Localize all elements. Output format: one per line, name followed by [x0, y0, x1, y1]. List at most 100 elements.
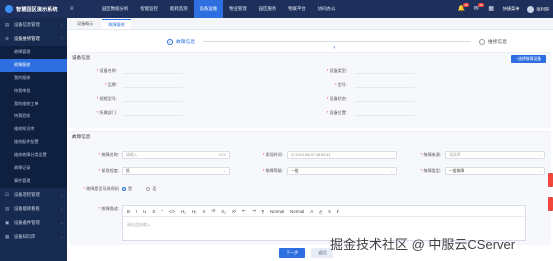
sidebar-item[interactable]: 事件管理 — [0, 175, 67, 188]
message-icon[interactable]: ✉ 16 — [473, 2, 484, 13]
editor-tool[interactable]: H₁ — [181, 209, 186, 214]
editor-tool[interactable]: </> — [169, 209, 175, 214]
topnav-item[interactable]: 智能监控 — [134, 0, 164, 18]
bell-icon[interactable]: 🔔 15 — [458, 2, 469, 13]
editor-body[interactable]: 请在此处输入 — [123, 217, 525, 233]
field-label: 设备名称 — [99, 68, 116, 73]
sidebar-item[interactable]: 故障报修 — [0, 58, 67, 72]
editor-tool[interactable]: ⇥ — [252, 208, 256, 214]
editor-tool[interactable]: A — [310, 209, 313, 214]
chevron-down-icon: ⌄ — [60, 192, 63, 197]
sidebar-item[interactable]: 故障记录 — [0, 162, 67, 175]
arrow-right-icon: › — [333, 45, 336, 51]
editor-tool[interactable]: “ — [161, 209, 162, 214]
editor-tool[interactable]: I — [136, 209, 137, 214]
sidebar-item[interactable]: 我的维修工单 — [0, 98, 67, 111]
time-value: 2024-08-07 18:55:41 — [295, 153, 331, 157]
float-tab[interactable] — [548, 173, 553, 187]
radio-yes[interactable] — [122, 186, 126, 191]
sidebar-item[interactable]: 维修配件配置 — [0, 136, 67, 149]
topnav-item[interactable]: 设备运维 — [193, 0, 224, 18]
step-label: 维修信息 — [487, 40, 507, 45]
sidebar-group-label: 设备维修管理 — [14, 36, 40, 41]
sidebar-group-label: 设备巡检管理 — [14, 191, 40, 197]
radio-no[interactable] — [146, 186, 151, 191]
topnav-item[interactable]: 协同办公 — [312, 0, 342, 18]
main-content: ✓ 故障信息 › 维修信息 设备信息 +选择故障设备 * 设备名称: * 品牌: *… — [67, 30, 553, 261]
editor-tool[interactable]: H₂ — [192, 209, 197, 214]
selected-value: 一般 — [291, 169, 299, 173]
check-icon: ☑ — [5, 191, 10, 197]
sidebar-group[interactable]: ▦ 设备知识库 ⌄ — [0, 230, 67, 244]
float-tab[interactable] — [548, 197, 553, 211]
editor-tool[interactable]: ≡ — [328, 209, 331, 214]
editor-tool[interactable]: ⇤ — [242, 208, 246, 214]
sidebar-group[interactable]: ☑ 设备巡检管理 ⌄ — [0, 188, 67, 202]
page-tab[interactable]: 故障报修 — [102, 19, 131, 29]
fault-type-label: * 故障类型: — [420, 168, 441, 173]
device-info-field: * 规格型号: — [96, 96, 117, 101]
sidebar-item[interactable]: 待我验收 — [0, 110, 67, 123]
grid-icon[interactable]: ▦ — [488, 6, 495, 13]
editor-tool[interactable]: I̸ — [337, 209, 338, 214]
step-connector: › — [203, 41, 471, 51]
fault-name-input[interactable]: 请输入 0/20 — [122, 151, 230, 159]
editor-tool[interactable]: ⁝≡ — [211, 208, 215, 214]
topnav-item[interactable]: 物联平台 — [282, 0, 312, 18]
fault-source-select[interactable]: 请选择 ⌄ — [445, 151, 545, 159]
fault-level-select[interactable]: 一般 ⌄ — [287, 167, 397, 175]
editor-tool[interactable]: X₂ — [221, 209, 226, 214]
topbar-actions: 🔔 15 ✉ 16 ▦ 快捷菜单 张利琪 — [458, 0, 549, 18]
device-info-section: 设备信息 +选择故障设备 * 设备名称: * 品牌: * 规格型号: * 所属部门: *… — [69, 52, 551, 128]
editor-tool[interactable]: A̲ — [319, 209, 322, 214]
selected-value: 一般故障 — [449, 169, 465, 173]
watermark: 掘金技术社区 @ 中服云CServer — [330, 237, 516, 252]
menu-toggle-icon[interactable]: ≡ — [70, 6, 78, 12]
device-info-field: * 品牌: — [104, 82, 117, 87]
book-icon: ▦ — [5, 233, 10, 239]
discover-time-input[interactable]: ◷ 2024-08-07 18:55:41 — [287, 151, 397, 159]
chart-icon: ▥ — [5, 205, 10, 211]
sidebar-group[interactable]: ▤ 设备信息管理 ⌄ — [0, 18, 67, 32]
select-device-button[interactable]: +选择故障设备 — [511, 55, 546, 63]
sidebar-submenu: 故障管理 故障报修 我的报修 待我审批 我的维修工单 待我验收 维修知识库 维修配件配置 维修故… — [0, 46, 67, 188]
editor-tool[interactable]: S — [152, 209, 155, 214]
app-title: 智慧园区演示系统 — [16, 6, 58, 13]
circle-icon — [478, 38, 485, 45]
sidebar-item[interactable]: 故障管理 — [0, 46, 67, 59]
sidebar-group-label: 设备备件管理 — [14, 219, 40, 225]
fault-type-select[interactable]: 一般故障 ⌄ — [445, 167, 545, 175]
topnav-item[interactable]: 能耗监测 — [164, 0, 194, 18]
char-count: 0/20 — [218, 153, 226, 157]
editor-tool[interactable]: Normal — [290, 209, 304, 214]
sidebar-item[interactable]: 我的报修 — [0, 72, 67, 85]
box-icon: ▣ — [5, 219, 10, 225]
editor-tool[interactable]: ¶ — [262, 209, 264, 214]
sidebar-item[interactable]: 维修故障分类设置 — [0, 149, 67, 162]
topnav-item[interactable]: 园区服务 — [253, 0, 283, 18]
device-info-value — [355, 69, 415, 74]
topnav-item[interactable]: 物业管理 — [223, 0, 253, 18]
section-title: 故障信息 — [72, 134, 91, 139]
quick-nav-button[interactable]: 快捷菜单 — [503, 6, 520, 12]
sidebar-item[interactable]: 维修知识库 — [0, 123, 67, 136]
page-tab[interactable]: 设备概示 — [71, 19, 100, 29]
editor-tool[interactable]: Normal — [270, 209, 284, 214]
editor-tool[interactable]: ≡ — [203, 209, 206, 214]
sidebar-group[interactable]: ▥ 设备能耗看板 ⌄ — [0, 202, 67, 216]
placeholder: 请选择 — [449, 153, 461, 157]
topnav-item[interactable]: 园区数据分析 — [96, 0, 134, 18]
sidebar-item[interactable]: 待我审批 — [0, 85, 67, 98]
avatar — [527, 5, 535, 13]
editor-tool[interactable]: B — [127, 209, 130, 214]
user-menu[interactable]: 张利琪 — [527, 5, 549, 13]
step-fault-info: ✓ 故障信息 — [167, 38, 195, 45]
next-step-button[interactable]: 下一步 — [279, 248, 306, 258]
sidebar-group[interactable]: ▣ 设备备件管理 ⌄ — [0, 216, 67, 230]
sidebar-group[interactable]: ⚙ 设备维修管理 ⌃ — [0, 32, 67, 46]
bell-badge: 15 — [463, 2, 469, 7]
device-info-value — [123, 69, 183, 74]
editor-tool[interactable]: U — [143, 209, 146, 214]
editor-tool[interactable]: X² — [232, 209, 236, 214]
urgency-select[interactable]: 低 ⌄ — [122, 167, 230, 175]
